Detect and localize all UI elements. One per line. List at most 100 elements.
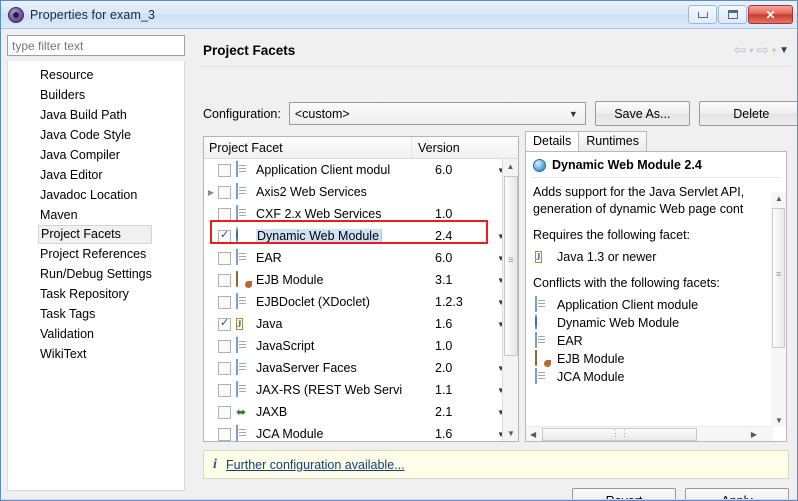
facet-version: 6.0 — [430, 251, 490, 265]
arrow-right-icon[interactable]: ⇨ — [757, 41, 770, 59]
doc-icon — [236, 183, 238, 199]
facet-row[interactable]: Application Client modul6.0▼ — [204, 159, 518, 181]
facet-icon — [236, 206, 252, 222]
facet-name-text: JCA Module — [256, 427, 323, 441]
doc-icon — [236, 337, 238, 353]
settings-tree[interactable]: ResourceBuildersJava Build PathJava Code… — [7, 61, 185, 491]
facet-checkbox[interactable] — [218, 384, 231, 397]
sidebar-item-project-facets[interactable]: Project Facets — [38, 225, 152, 244]
facet-checkbox[interactable] — [218, 406, 231, 419]
facet-row[interactable]: JavaScript1.0 — [204, 335, 518, 357]
facet-checkbox[interactable] — [218, 340, 231, 353]
facet-icon — [236, 294, 252, 310]
maximize-button[interactable] — [718, 5, 747, 24]
doc-icon — [236, 425, 238, 441]
sidebar-item-java-editor[interactable]: Java Editor — [8, 165, 184, 185]
details-scroll-left-icon[interactable]: ◀ — [530, 430, 536, 439]
sidebar-item-run-debug-settings[interactable]: Run/Debug Settings — [8, 264, 184, 284]
back-history-caret-icon[interactable]: ▾ — [749, 46, 753, 55]
scroll-up-icon[interactable]: ▲ — [503, 159, 518, 175]
sidebar-item-wikitext[interactable]: WikiText — [8, 344, 184, 364]
facet-row[interactable]: EAR6.0▼ — [204, 247, 518, 269]
facet-icon — [236, 272, 252, 288]
facet-name: EJB Module — [256, 273, 430, 287]
save-as-button[interactable]: Save As... — [595, 101, 690, 126]
configuration-select[interactable]: <custom> ▼ — [289, 102, 586, 125]
details-scrollbar-thumb[interactable] — [772, 208, 785, 348]
scroll-down-icon[interactable]: ▼ — [503, 426, 519, 442]
doc-icon — [236, 161, 238, 177]
facet-icon — [535, 297, 551, 313]
globe-icon — [533, 159, 546, 172]
sidebar-item-javadoc-location[interactable]: Javadoc Location — [8, 185, 184, 205]
globe-icon — [236, 227, 238, 243]
scrollbar-thumb[interactable] — [504, 176, 518, 356]
facet-version: 1.6 — [430, 317, 490, 331]
sidebar-item-maven[interactable]: Maven — [8, 205, 184, 225]
details-facet-item: JCA Module — [526, 368, 786, 386]
sidebar-item-resource[interactable]: Resource — [8, 65, 184, 85]
doc-icon — [236, 381, 238, 397]
expand-arrow-icon[interactable]: ▶ — [204, 188, 218, 197]
minimize-button[interactable] — [688, 5, 717, 24]
details-scroll-up-icon[interactable]: ▲ — [775, 194, 783, 203]
facet-checkbox[interactable] — [218, 186, 231, 199]
facet-row[interactable]: EJBDoclet (XDoclet)1.2.3▼ — [204, 291, 518, 313]
facet-name: JavaServer Faces — [256, 361, 430, 375]
facet-row[interactable]: JJava1.6▼ — [204, 313, 518, 335]
facet-checkbox[interactable] — [218, 208, 231, 221]
facet-row[interactable]: ⬌JAXB2.1▼ — [204, 401, 518, 423]
details-hscrollbar-thumb[interactable] — [542, 428, 697, 441]
facet-name: EAR — [256, 251, 430, 265]
facet-checkbox[interactable] — [218, 164, 231, 177]
facet-table-scrollbar[interactable]: ▲ ▼ — [502, 159, 518, 442]
facet-row[interactable]: EJB Module3.1▼ — [204, 269, 518, 291]
details-body: Dynamic Web Module 2.4 Adds support for … — [525, 151, 787, 442]
facet-checkbox[interactable] — [218, 428, 231, 441]
facet-name-text: EJBDoclet (XDoclet) — [256, 295, 370, 309]
close-button[interactable]: ✕ — [748, 5, 793, 24]
facet-version: 1.2.3 — [430, 295, 490, 309]
delete-button[interactable]: Delete — [699, 101, 798, 126]
facet-row[interactable]: Dynamic Web Module2.4▼ — [204, 225, 518, 247]
facet-checkbox[interactable] — [218, 362, 231, 375]
maximize-icon — [728, 10, 738, 19]
filter-input[interactable] — [7, 35, 185, 56]
forward-history-caret-icon[interactable]: ▾ — [772, 46, 776, 55]
arrow-left-icon[interactable]: ⇦ — [734, 41, 747, 59]
facet-checkbox[interactable] — [218, 252, 231, 265]
further-configuration-link[interactable]: Further configuration available... — [226, 458, 405, 472]
facet-row[interactable]: JAX-RS (REST Web Servi1.1▼ — [204, 379, 518, 401]
facet-checkbox[interactable] — [218, 274, 231, 287]
tab-details[interactable]: Details — [525, 131, 579, 151]
sidebar-item-java-build-path[interactable]: Java Build Path — [8, 105, 184, 125]
details-vertical-scrollbar[interactable]: ▲ ▼ — [771, 192, 786, 427]
column-header-version[interactable]: Version — [412, 137, 500, 158]
details-scroll-right-icon[interactable]: ▶ — [751, 430, 757, 439]
facet-row[interactable]: CXF 2.x Web Services1.0 — [204, 203, 518, 225]
details-facet-item: Dynamic Web Module — [526, 314, 786, 332]
sidebar-item-validation[interactable]: Validation — [8, 324, 184, 344]
minimize-icon — [698, 12, 708, 18]
facet-checkbox[interactable] — [218, 318, 231, 331]
page-menu-caret-icon[interactable]: ▼ — [779, 45, 789, 56]
facet-row[interactable]: JCA Module1.6▼ — [204, 423, 518, 442]
details-horizontal-scrollbar[interactable]: ◀ ▶ — [526, 426, 773, 441]
facet-checkbox[interactable] — [218, 296, 231, 309]
sidebar-item-task-repository[interactable]: Task Repository — [8, 284, 184, 304]
sidebar-item-project-references[interactable]: Project References — [8, 244, 184, 264]
sidebar-item-task-tags[interactable]: Task Tags — [8, 304, 184, 324]
facet-row[interactable]: JavaServer Faces2.0▼ — [204, 357, 518, 379]
project-facet-table: Project Facet Version Application Client… — [203, 136, 519, 442]
sidebar-item-builders[interactable]: Builders — [8, 85, 184, 105]
sidebar-item-java-code-style[interactable]: Java Code Style — [8, 125, 184, 145]
tab-runtimes[interactable]: Runtimes — [578, 131, 647, 151]
sidebar-item-java-compiler[interactable]: Java Compiler — [8, 145, 184, 165]
facet-row[interactable]: ▶Axis2 Web Services — [204, 181, 518, 203]
dialog-bottom-edge — [1, 499, 797, 500]
details-scroll-down-icon[interactable]: ▼ — [775, 416, 783, 425]
details-tabs: Details Runtimes — [525, 131, 787, 151]
details-facet-item: JJava 1.3 or newer — [526, 248, 786, 266]
column-header-project-facet[interactable]: Project Facet — [204, 137, 412, 158]
facet-checkbox[interactable] — [218, 230, 231, 243]
